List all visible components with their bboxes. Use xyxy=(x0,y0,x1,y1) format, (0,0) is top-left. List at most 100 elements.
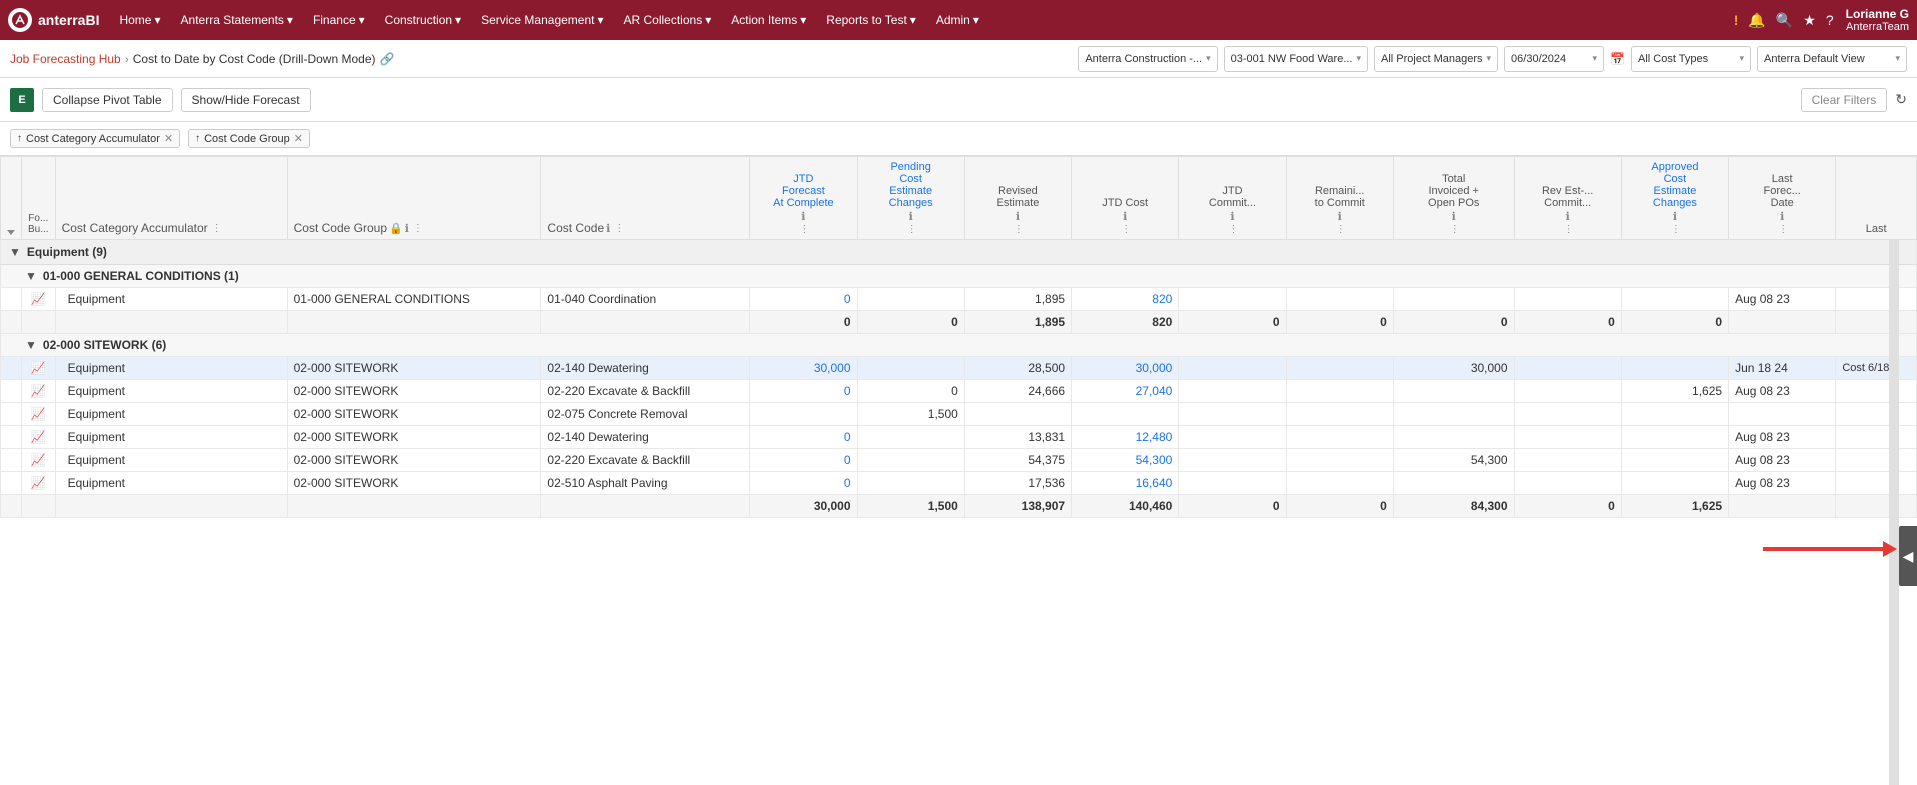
table-cell xyxy=(1179,472,1286,495)
chip-close-cost-category[interactable]: ✕ xyxy=(164,132,173,145)
subgroup-expand-icon[interactable]: ▼ xyxy=(25,269,37,283)
revised-estimate-menu-icon[interactable]: ⋮ xyxy=(1014,224,1024,235)
table-row: 📈Equipment02-000 SITEWORK02-510 Asphalt … xyxy=(1,472,1917,495)
table-cell: 17,536 xyxy=(964,472,1071,495)
table-cell: Jun 18 24 xyxy=(1729,357,1836,380)
rev-est-commit-info-icon[interactable]: ℹ xyxy=(1566,210,1570,223)
pending-cost-menu-icon[interactable]: ⋮ xyxy=(907,224,917,235)
nav-ar-collections[interactable]: AR Collections ▾ xyxy=(616,0,720,40)
table-cell xyxy=(1179,449,1286,472)
group-expand-icon[interactable]: ▼ xyxy=(9,245,21,259)
breadcrumb-link-icon[interactable]: 🔗 xyxy=(379,52,394,66)
chart-icon-cell[interactable]: 📈 xyxy=(22,380,56,403)
table-cell xyxy=(1286,357,1393,380)
breadcrumb-parent[interactable]: Job Forecasting Hub xyxy=(10,52,121,66)
alert-icon[interactable]: ! xyxy=(1734,12,1739,28)
bell-icon[interactable]: 🔔 xyxy=(1748,12,1765,29)
excel-export-button[interactable]: E xyxy=(10,88,34,112)
cost-types-filter[interactable]: All Cost Types ▾ xyxy=(1631,46,1751,72)
table-cell: Cost 6/18 xyxy=(1836,357,1917,380)
cost-code-menu-icon[interactable]: ⋮ xyxy=(614,223,624,234)
remaining-menu-icon[interactable]: ⋮ xyxy=(1336,224,1346,235)
table-cell: 02-000 SITEWORK xyxy=(287,426,541,449)
chart-icon-cell[interactable]: 📈 xyxy=(22,403,56,426)
chart-icon-cell[interactable]: 📈 xyxy=(22,357,56,380)
clear-filters-button[interactable]: Clear Filters xyxy=(1801,88,1888,112)
chart-icon[interactable]: 📈 xyxy=(31,292,46,306)
jtd-commit-info-icon[interactable]: ℹ xyxy=(1230,210,1234,223)
jtd-commit-menu-icon[interactable]: ⋮ xyxy=(1228,224,1238,235)
show-hide-forecast-button[interactable]: Show/Hide Forecast xyxy=(181,88,311,112)
table-cell: 1,625 xyxy=(1621,495,1728,518)
managers-filter[interactable]: All Project Managers ▾ xyxy=(1374,46,1498,72)
app-logo[interactable]: anterraBI xyxy=(8,8,99,32)
calendar-icon[interactable]: 📅 xyxy=(1610,52,1625,66)
table-cell xyxy=(1836,380,1917,403)
total-invoiced-menu-icon[interactable]: ⋮ xyxy=(1450,224,1460,235)
chart-icon-cell[interactable]: 📈 xyxy=(22,288,56,311)
user-info[interactable]: Lorianne G AnterraTeam xyxy=(1846,7,1909,33)
help-icon[interactable]: ? xyxy=(1826,12,1834,28)
nav-reports-to-test[interactable]: Reports to Test ▾ xyxy=(818,0,924,40)
expand-all-button[interactable] xyxy=(7,230,15,235)
table-cell xyxy=(1621,403,1728,426)
nav-anterra-statements[interactable]: Anterra Statements ▾ xyxy=(173,0,301,40)
total-invoiced-info-icon[interactable]: ℹ xyxy=(1452,210,1456,223)
table-cell xyxy=(1836,495,1917,518)
group-header-row: ▼Equipment (9) xyxy=(1,240,1917,265)
date-filter[interactable]: 06/30/2024 ▾ xyxy=(1504,46,1604,72)
table-cell xyxy=(857,426,964,449)
view-filter[interactable]: Anterra Default View ▾ xyxy=(1757,46,1907,72)
last-forecast-info-icon[interactable]: ℹ xyxy=(1780,210,1784,223)
search-icon[interactable]: 🔍 xyxy=(1776,12,1793,29)
chart-icon[interactable]: 📈 xyxy=(31,476,46,490)
revised-estimate-info-icon[interactable]: ℹ xyxy=(1016,210,1020,223)
cost-category-menu-icon[interactable]: ⋮ xyxy=(212,223,222,234)
table-cell: 30,000 xyxy=(750,357,857,380)
company-filter[interactable]: Anterra Construction -... ▾ xyxy=(1078,46,1217,72)
table-cell: Equipment xyxy=(55,288,287,311)
jtd-cost-menu-icon[interactable]: ⋮ xyxy=(1121,224,1131,235)
chart-icon[interactable]: 📈 xyxy=(31,384,46,398)
chip-close-cost-code-group[interactable]: ✕ xyxy=(294,132,303,145)
chart-icon[interactable]: 📈 xyxy=(31,361,46,375)
filter-bar: Anterra Construction -... ▾ 03-001 NW Fo… xyxy=(1078,46,1907,72)
table-cell xyxy=(1179,288,1286,311)
jtd-forecast-menu-icon[interactable]: ⋮ xyxy=(799,224,809,235)
table-cell: 30,000 xyxy=(1393,357,1514,380)
table-cell xyxy=(1836,449,1917,472)
rev-est-commit-menu-icon[interactable]: ⋮ xyxy=(1564,224,1574,235)
nav-action-items[interactable]: Action Items ▾ xyxy=(723,0,814,40)
vertical-scrollbar[interactable] xyxy=(1889,156,1899,785)
nav-admin[interactable]: Admin ▾ xyxy=(928,0,987,40)
jtd-cost-info-icon[interactable]: ℹ xyxy=(1123,210,1127,223)
nav-finance[interactable]: Finance ▾ xyxy=(305,0,373,40)
project-filter[interactable]: 03-001 NW Food Ware... ▾ xyxy=(1224,46,1368,72)
nav-home[interactable]: Home ▾ xyxy=(111,0,168,40)
pending-cost-info-icon[interactable]: ℹ xyxy=(909,210,913,223)
chart-icon-cell[interactable]: 📈 xyxy=(22,426,56,449)
refresh-button[interactable]: ↻ xyxy=(1895,91,1907,108)
chart-icon[interactable]: 📈 xyxy=(31,407,46,421)
nav-service-management[interactable]: Service Management ▾ xyxy=(473,0,611,40)
chip-arrow-up-2: ↑ xyxy=(195,133,200,144)
subgroup-expand-icon[interactable]: ▼ xyxy=(25,338,37,352)
approved-cost-menu-icon[interactable]: ⋮ xyxy=(1671,224,1681,235)
chart-icon-cell[interactable]: 📈 xyxy=(22,472,56,495)
approved-cost-info-icon[interactable]: ℹ xyxy=(1673,210,1677,223)
chart-icon-cell[interactable]: 📈 xyxy=(22,449,56,472)
chart-icon[interactable]: 📈 xyxy=(31,453,46,467)
chart-icon[interactable]: 📈 xyxy=(31,430,46,444)
collapse-pivot-button[interactable]: Collapse Pivot Table xyxy=(42,88,173,112)
remaining-info-icon[interactable]: ℹ xyxy=(1338,210,1342,223)
cost-code-group-menu-icon[interactable]: ⋮ xyxy=(413,223,423,234)
table-cell: 0 xyxy=(1621,311,1728,334)
cost-code-group-info-icon[interactable]: ℹ xyxy=(405,222,409,235)
jtd-forecast-info-icon[interactable]: ℹ xyxy=(801,210,805,223)
cost-code-info-icon[interactable]: ℹ xyxy=(606,222,610,235)
table-cell: 02-075 Concrete Removal xyxy=(541,403,750,426)
nav-construction[interactable]: Construction ▾ xyxy=(377,0,469,40)
last-forecast-menu-icon[interactable]: ⋮ xyxy=(1778,224,1788,235)
panel-collapse-button[interactable]: ◀ xyxy=(1899,526,1917,586)
star-icon[interactable]: ★ xyxy=(1803,12,1816,29)
